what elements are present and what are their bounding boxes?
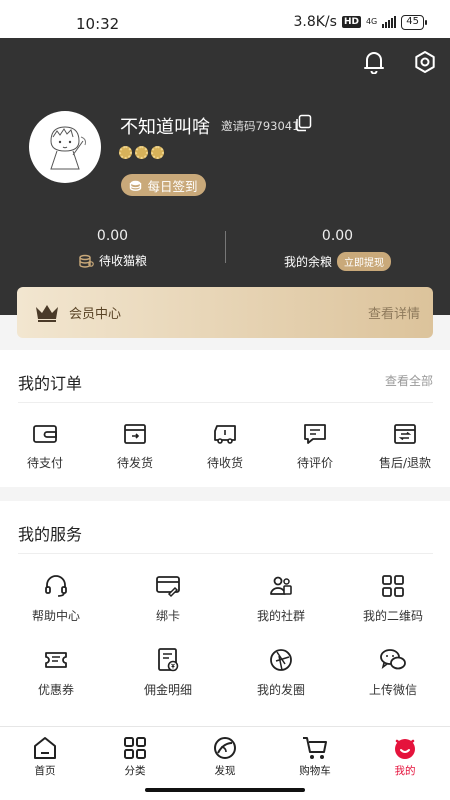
order-label: 待收货 <box>206 456 243 470</box>
wechat-icon <box>380 649 406 670</box>
home-indicator[interactable] <box>145 788 305 792</box>
star-icon <box>135 146 148 159</box>
copy-icon[interactable] <box>294 114 312 132</box>
card-icon <box>156 576 180 598</box>
service-upload-wechat[interactable]: 上传微信 <box>348 647 438 698</box>
divider <box>18 402 433 403</box>
order-pending-review[interactable]: 待评价 <box>270 422 360 471</box>
order-pending-shipment[interactable]: 待发货 <box>90 422 180 471</box>
coin-icon <box>130 180 142 191</box>
mine-icon <box>395 739 415 759</box>
order-after-sales[interactable]: 售后/退款 <box>360 422 450 471</box>
order-pending-payment[interactable]: 待支付 <box>0 422 90 471</box>
orders-title: 我的订单 <box>18 374 83 393</box>
view-all-orders-link[interactable]: 查看全部 <box>385 372 433 389</box>
order-pending-receipt[interactable]: 待收货 <box>180 422 270 471</box>
service-label: 优惠券 <box>37 683 74 697</box>
community-icon <box>270 576 292 595</box>
pending-label: 待收猫粮 <box>98 254 147 268</box>
service-label: 佣金明细 <box>143 683 192 697</box>
aperture-icon <box>270 649 292 671</box>
service-my-posts[interactable]: 我的发圈 <box>236 647 326 698</box>
status-indicators: 3.8K/s HD 4G 45 <box>293 14 427 30</box>
level-stars <box>119 146 164 159</box>
vip-center-card[interactable]: 会员中心 查看详情 <box>17 287 433 338</box>
bell-icon[interactable] <box>359 47 389 77</box>
service-my-qrcode[interactable]: 我的二维码 <box>348 573 438 624</box>
service-bind-card[interactable]: 绑卡 <box>123 573 213 624</box>
star-icon <box>119 146 132 159</box>
withdraw-button[interactable]: 立即提现 <box>337 252 391 271</box>
order-label: 待评价 <box>296 456 333 470</box>
tab-label: 分类 <box>124 765 146 777</box>
coupon-icon <box>45 652 67 668</box>
checkin-label: 每日签到 <box>147 178 198 194</box>
wallet-icon <box>33 425 57 443</box>
cart-icon <box>303 737 327 759</box>
services-title: 我的服务 <box>18 525 83 544</box>
comment-icon <box>304 424 326 444</box>
network-type: 4G <box>365 17 378 26</box>
pending-cat-food[interactable]: 0.00 待收猫粮 <box>0 228 225 269</box>
service-label: 绑卡 <box>155 609 180 623</box>
service-label: 上传微信 <box>368 683 417 697</box>
orders-panel: 我的订单 查看全部 待支付 待发货 待收货 待评价 售后/退款 <box>0 350 450 487</box>
hd-badge: HD <box>341 16 361 28</box>
balance-value: 0.00 <box>321 228 354 244</box>
tab-label: 购物车 <box>299 765 331 777</box>
invite-code: 邀请码793041 <box>221 119 300 133</box>
crown-icon <box>36 304 58 322</box>
status-bar: 10:32 3.8K/s HD 4G 45 <box>0 0 450 38</box>
box-send-icon <box>124 424 146 444</box>
star-icon <box>151 146 164 159</box>
service-help-center[interactable]: 帮助中心 <box>11 573 101 624</box>
balance-label: 我的余粮 <box>283 255 332 269</box>
truck-icon <box>214 425 236 444</box>
order-label: 售后/退款 <box>378 456 432 470</box>
username: 不知道叫啥 <box>120 117 210 138</box>
refund-icon <box>394 424 416 444</box>
order-label: 待发货 <box>116 456 153 470</box>
order-label: 待支付 <box>26 456 63 470</box>
battery-icon: 45 <box>401 14 427 30</box>
services-panel: 我的服务 帮助中心 绑卡 我的社群 我的二维码 优惠券 佣金明细 我的发圈 上传… <box>0 501 450 726</box>
home-icon <box>34 737 56 759</box>
tab-discover[interactable]: 发现 <box>180 735 270 778</box>
avatar[interactable] <box>29 111 101 183</box>
vip-details-link[interactable]: 查看详情 <box>368 303 420 322</box>
service-label: 我的二维码 <box>362 609 423 623</box>
vip-title: 会员中心 <box>69 307 122 322</box>
service-commission-details[interactable]: 佣金明细 <box>123 647 213 698</box>
service-label: 我的社群 <box>256 609 305 623</box>
daily-checkin-button[interactable]: 每日签到 <box>121 174 206 196</box>
service-coupons[interactable]: 优惠券 <box>11 647 101 698</box>
my-balance[interactable]: 0.00 我的余粮 立即提现 <box>225 228 450 271</box>
tab-label: 首页 <box>34 765 56 777</box>
network-speed: 3.8K/s <box>293 14 337 30</box>
headset-icon <box>45 575 67 597</box>
category-icon <box>124 737 146 759</box>
gear-icon[interactable] <box>410 47 440 77</box>
coins-icon <box>79 254 94 268</box>
tab-home[interactable]: 首页 <box>0 735 90 778</box>
divider <box>18 553 433 554</box>
tab-cart[interactable]: 购物车 <box>270 735 360 778</box>
commission-icon <box>158 648 179 672</box>
service-my-community[interactable]: 我的社群 <box>236 573 326 624</box>
service-label: 帮助中心 <box>31 609 80 623</box>
service-label: 我的发圈 <box>256 683 305 697</box>
status-time: 10:32 <box>76 15 120 33</box>
tab-mine[interactable]: 我的 <box>360 735 450 778</box>
discover-icon <box>214 737 236 759</box>
tab-label: 发现 <box>214 765 236 777</box>
tab-category[interactable]: 分类 <box>90 735 180 778</box>
signal-icon <box>382 16 397 28</box>
qrcode-icon <box>382 575 404 597</box>
pending-value: 0.00 <box>96 228 129 244</box>
tab-label: 我的 <box>394 765 416 777</box>
